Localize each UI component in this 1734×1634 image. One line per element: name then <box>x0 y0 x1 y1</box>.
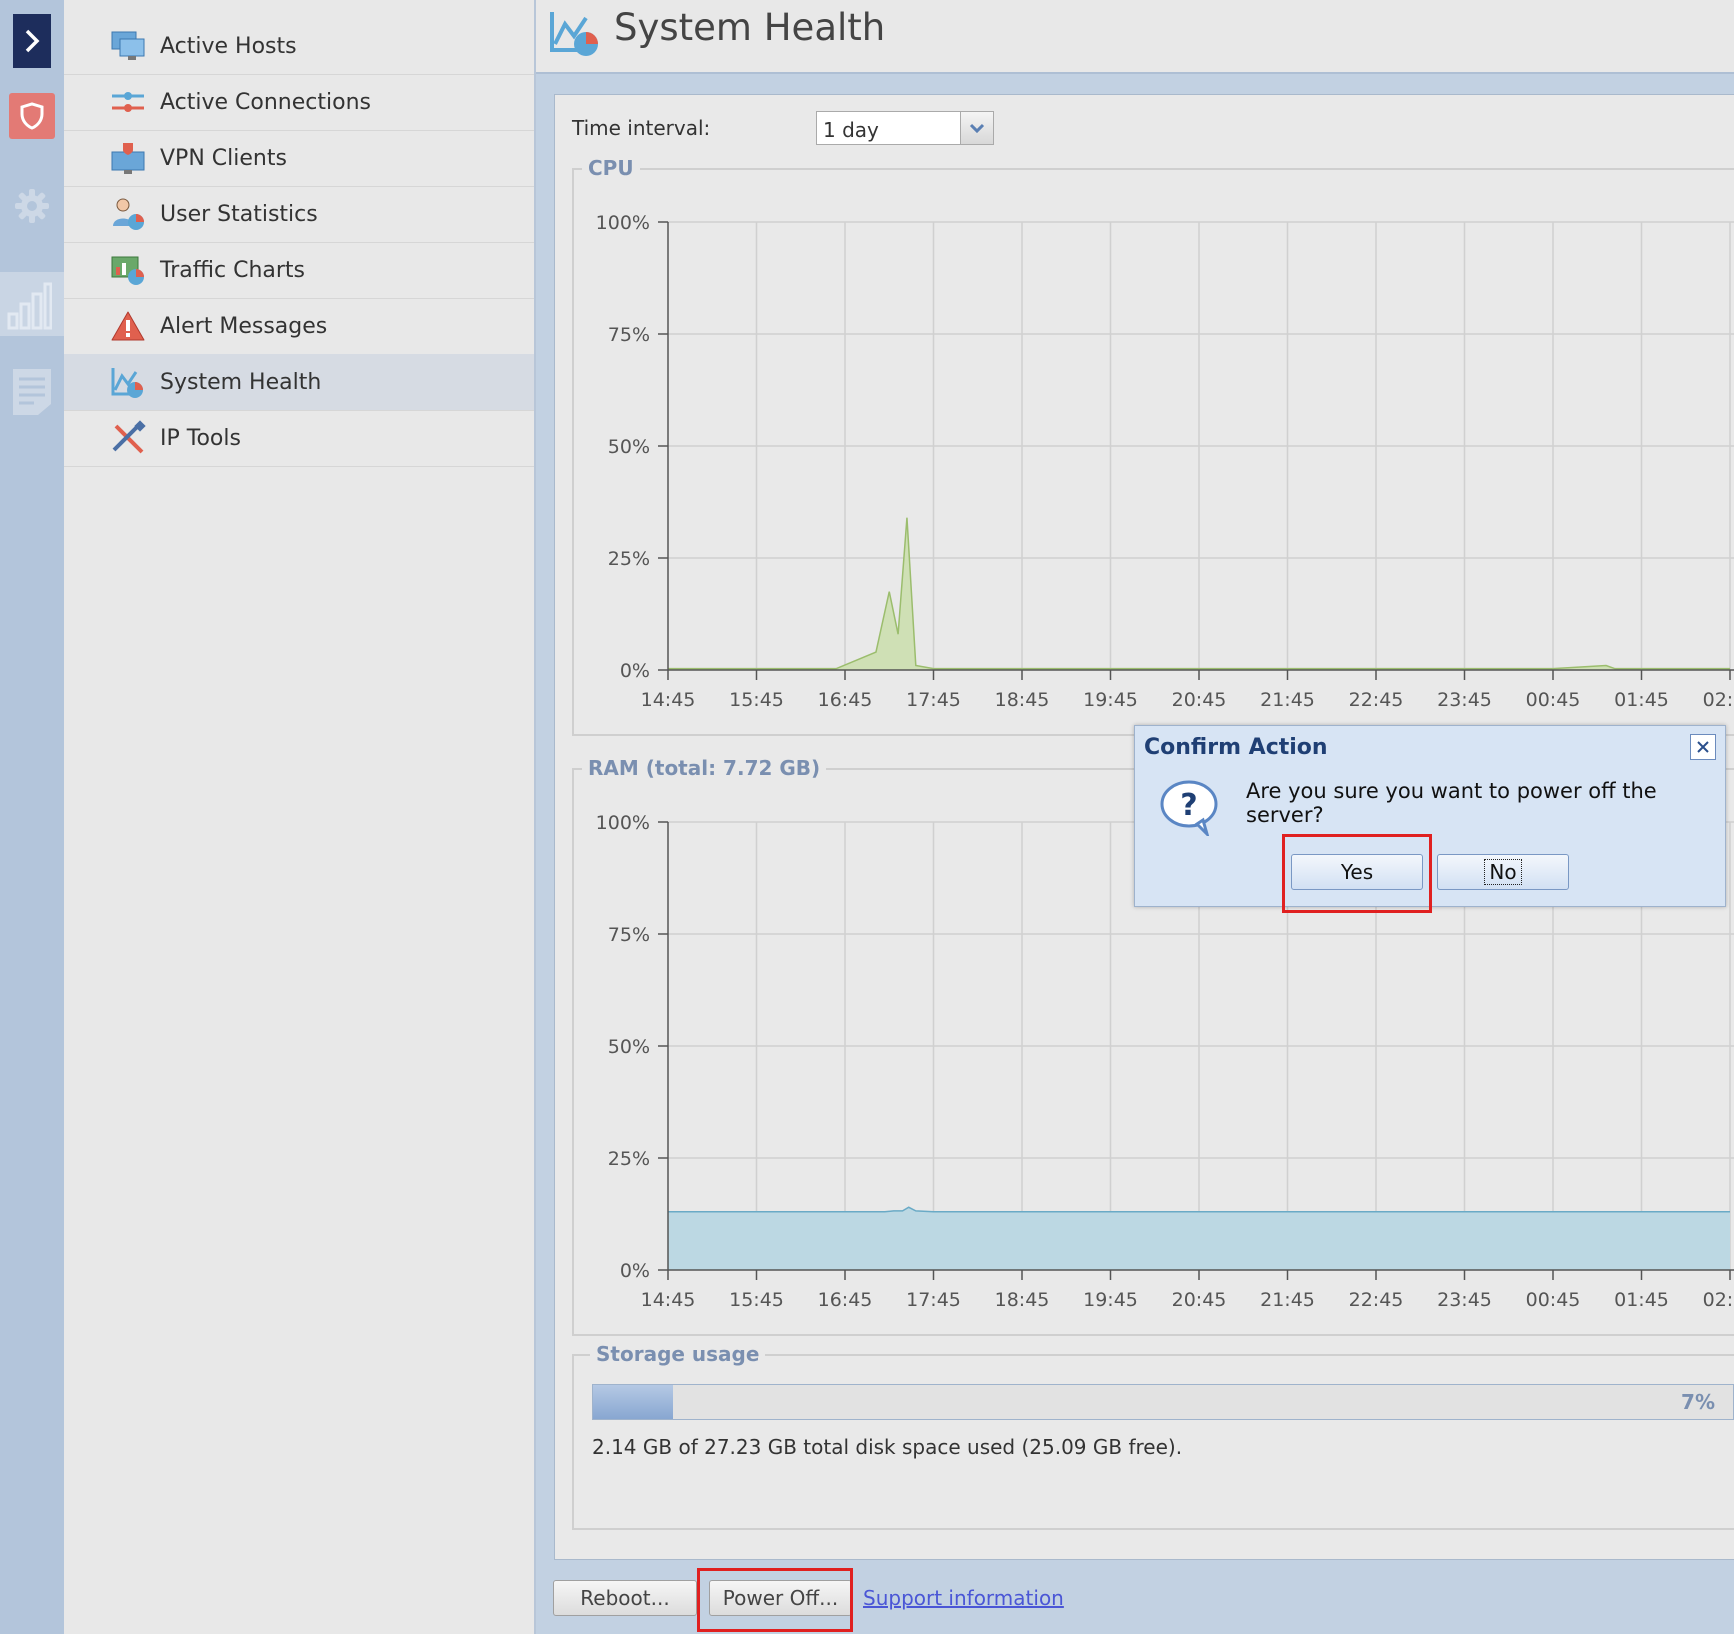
expand-button[interactable] <box>0 14 64 68</box>
nav-item-label: System Health <box>160 369 322 395</box>
connections-icon <box>108 82 148 122</box>
nav-item-traffic-charts[interactable]: Traffic Charts <box>64 242 534 299</box>
storage-progress-fill <box>593 1385 673 1419</box>
x-tick-label: 02:45 <box>1703 689 1734 711</box>
x-tick-label: 14:45 <box>641 1289 696 1311</box>
nav-item-vpn-clients[interactable]: VPN Clients <box>64 130 534 187</box>
shield-icon <box>9 93 55 139</box>
chevron-down-icon[interactable] <box>960 112 993 144</box>
nav-item-alert-messages[interactable]: Alert Messages <box>64 298 534 355</box>
x-tick-label: 21:45 <box>1260 689 1315 711</box>
x-tick-label: 23:45 <box>1437 1289 1492 1311</box>
reboot-button[interactable]: Reboot... <box>553 1580 697 1616</box>
security-section-button[interactable] <box>0 92 64 140</box>
x-tick-label: 23:45 <box>1437 689 1492 711</box>
logs-section-button[interactable] <box>0 366 64 422</box>
cpu-chart: 0% 25% 50% 75% 100% 14:45 15:45 16:45 17:45 18:45… <box>596 212 1734 711</box>
y-tick-label: 100% <box>596 212 650 234</box>
y-tick-label: 25% <box>608 548 650 570</box>
time-interval-select[interactable]: 1 day <box>816 111 994 145</box>
cpu-legend: CPU <box>582 156 640 180</box>
nav-item-system-health[interactable]: System Health <box>64 354 534 411</box>
settings-section-button[interactable] <box>0 186 64 230</box>
close-icon[interactable] <box>1690 734 1716 760</box>
user-stats-icon <box>108 194 148 234</box>
no-button-label: No <box>1484 859 1522 885</box>
support-information-link[interactable]: Support information <box>863 1586 1064 1610</box>
x-tick-label: 20:45 <box>1172 1289 1227 1311</box>
monitor-icon <box>108 26 148 66</box>
nav-item-label: Active Connections <box>160 89 371 115</box>
system-health-icon <box>108 362 148 402</box>
system-health-icon <box>548 6 602 64</box>
gear-icon <box>12 186 52 230</box>
nav-item-label: Traffic Charts <box>160 257 306 283</box>
y-tick-label: 50% <box>608 1036 650 1058</box>
page-header: System Health <box>536 0 1734 74</box>
x-tick-label: 02:45 <box>1703 1289 1734 1311</box>
y-tick-label: 100% <box>596 812 650 834</box>
x-tick-label: 15:45 <box>729 689 784 711</box>
yes-highlight <box>1282 834 1432 913</box>
no-button[interactable]: No <box>1437 854 1569 890</box>
dialog-title: Confirm Action <box>1144 735 1328 760</box>
page-title: System Health <box>614 6 886 49</box>
chevron-right-icon <box>13 14 51 68</box>
x-tick-label: 22:45 <box>1349 1289 1404 1311</box>
x-tick-label: 22:45 <box>1349 689 1404 711</box>
storage-percent: 7% <box>1681 1390 1715 1414</box>
x-tick-label: 19:45 <box>1083 689 1138 711</box>
nav-item-active-hosts[interactable]: Active Hosts <box>64 18 534 75</box>
nav-item-active-connections[interactable]: Active Connections <box>64 74 534 131</box>
x-tick-label: 16:45 <box>818 1289 873 1311</box>
nav-item-user-statistics[interactable]: User Statistics <box>64 186 534 243</box>
x-tick-label: 14:45 <box>641 689 696 711</box>
nav-item-ip-tools[interactable]: IP Tools <box>64 410 534 467</box>
time-interval-value: 1 day <box>823 118 879 142</box>
time-interval-label: Time interval: <box>572 116 711 140</box>
vpn-monitor-icon <box>108 138 148 178</box>
status-section-button[interactable] <box>0 272 64 336</box>
traffic-chart-icon <box>108 250 148 290</box>
nav-item-label: Alert Messages <box>160 313 328 339</box>
nav-item-label: User Statistics <box>160 201 318 227</box>
y-tick-label: 50% <box>608 436 650 458</box>
y-tick-label: 25% <box>608 1148 650 1170</box>
x-tick-label: 00:45 <box>1526 689 1581 711</box>
question-icon: ? <box>1159 778 1221 840</box>
x-tick-label: 17:45 <box>906 689 961 711</box>
x-tick-label: 21:45 <box>1260 1289 1315 1311</box>
x-tick-label: 20:45 <box>1172 689 1227 711</box>
warning-icon <box>108 306 148 346</box>
tools-icon <box>108 418 148 458</box>
ram-legend: RAM (total: 7.72 GB) <box>582 756 827 780</box>
x-tick-label: 01:45 <box>1614 689 1669 711</box>
series-area <box>668 1207 1730 1270</box>
x-tick-label: 19:45 <box>1083 1289 1138 1311</box>
document-icon <box>10 366 54 422</box>
x-tick-label: 18:45 <box>995 1289 1050 1311</box>
x-tick-label: 00:45 <box>1526 1289 1581 1311</box>
x-tick-label: 01:45 <box>1614 1289 1669 1311</box>
x-tick-label: 15:45 <box>729 1289 784 1311</box>
bar-chart-icon <box>6 278 53 334</box>
y-tick-label: 0% <box>620 1260 650 1282</box>
nav-item-label: Active Hosts <box>160 33 297 59</box>
nav-item-label: IP Tools <box>160 425 241 451</box>
storage-usage-text: 2.14 GB of 27.23 GB total disk space use… <box>592 1435 1183 1459</box>
x-tick-label: 17:45 <box>906 1289 961 1311</box>
svg-text:?: ? <box>1180 788 1197 823</box>
dialog-message: Are you sure you want to power off the s… <box>1246 779 1657 827</box>
y-tick-label: 0% <box>620 660 650 682</box>
y-tick-label: 75% <box>608 324 650 346</box>
storage-legend: Storage usage <box>590 1342 766 1366</box>
x-tick-label: 16:45 <box>818 689 873 711</box>
nav-item-label: VPN Clients <box>160 145 287 171</box>
app-icon-bar <box>0 0 64 1634</box>
storage-progress-bar: 7% <box>592 1384 1734 1420</box>
power-off-highlight <box>697 1568 853 1632</box>
x-tick-label: 18:45 <box>995 689 1050 711</box>
status-nav-menu: Active Hosts Active Connections VPN Clie… <box>64 0 536 1634</box>
y-tick-label: 75% <box>608 924 650 946</box>
